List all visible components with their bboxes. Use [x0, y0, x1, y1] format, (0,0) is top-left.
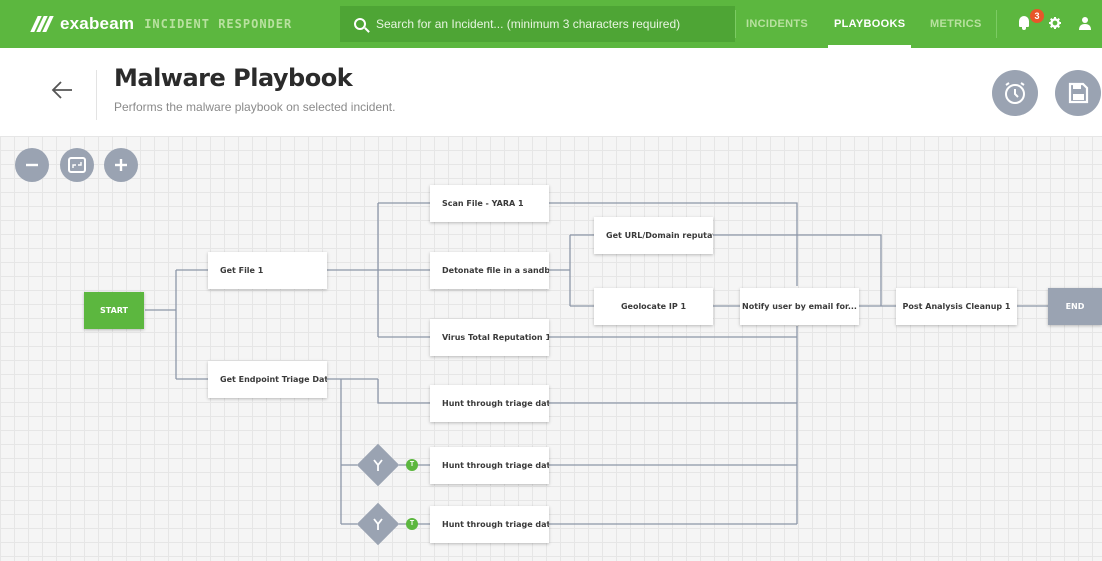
top-nav-bar: exabeam INCIDENT RESPONDER Search for an… — [0, 0, 1102, 48]
playbook-canvas[interactable]: START Get File 1 Get Endpoint Triage Dat… — [0, 136, 1102, 561]
node-get-endpoint-triage[interactable]: Get Endpoint Triage Dat... — [208, 361, 327, 398]
nav-playbooks[interactable]: PLAYBOOKS — [828, 0, 912, 48]
back-arrow-icon[interactable] — [50, 78, 74, 102]
node-geolocate-ip[interactable]: Geolocate IP 1 — [594, 288, 713, 325]
save-floppy-icon — [1068, 82, 1089, 104]
nav-divider — [996, 10, 997, 38]
nav-incidents[interactable]: INCIDENTS — [746, 0, 808, 48]
schedule-button[interactable] — [992, 70, 1038, 116]
node-virus-total[interactable]: Virus Total Reputation 1 — [430, 319, 549, 356]
node-detonate-sandbox[interactable]: Detonate file in a sandb... — [430, 252, 549, 289]
start-node[interactable]: START — [84, 292, 144, 329]
search-placeholder: Search for an Incident... (minimum 3 cha… — [376, 17, 681, 31]
node-hunt-triage-2[interactable]: Hunt through triage data ... — [430, 447, 549, 484]
search-icon — [354, 18, 366, 30]
gate-true-indicator: T — [406, 459, 418, 471]
node-hunt-triage-3[interactable]: Hunt through triage data... — [430, 506, 549, 543]
node-notify-user-email[interactable]: Notify user by email for... — [740, 288, 859, 325]
nav-divider — [735, 10, 736, 38]
node-post-analysis-cleanup[interactable]: Post Analysis Cleanup 1 — [896, 288, 1017, 325]
user-profile-icon[interactable] — [1079, 16, 1091, 30]
exabeam-logo[interactable]: exabeam INCIDENT RESPONDER — [30, 12, 293, 36]
brand-name: exabeam — [60, 14, 135, 33]
end-node[interactable]: END — [1048, 288, 1102, 325]
page-title: Malware Playbook — [114, 64, 353, 92]
incident-search-input[interactable]: Search for an Incident... (minimum 3 cha… — [340, 6, 735, 42]
settings-gear-icon[interactable] — [1049, 17, 1061, 29]
save-button[interactable] — [1055, 70, 1101, 116]
page-header: Malware Playbook Performs the malware pl… — [0, 48, 1102, 136]
alarm-clock-icon — [1005, 82, 1025, 104]
notifications-bell-icon[interactable] — [1018, 16, 1030, 30]
exabeam-logo-icon — [30, 16, 54, 32]
gate-true-indicator: T — [406, 518, 418, 530]
branch-icon — [373, 459, 383, 471]
node-scan-file-yara[interactable]: Scan File - YARA 1 — [430, 185, 549, 222]
decision-gate-1[interactable] — [356, 443, 400, 487]
node-get-file[interactable]: Get File 1 — [208, 252, 327, 289]
branch-icon — [373, 518, 383, 530]
product-name: INCIDENT RESPONDER — [144, 17, 293, 31]
notification-count-badge: 3 — [1030, 9, 1044, 23]
header-divider — [96, 70, 97, 120]
page-subtitle: Performs the malware playbook on selecte… — [114, 100, 396, 114]
node-hunt-triage-1[interactable]: Hunt through triage data... — [430, 385, 549, 422]
nav-metrics[interactable]: METRICS — [930, 0, 982, 48]
decision-gate-2[interactable] — [356, 502, 400, 546]
flow-connectors — [145, 202, 1048, 525]
node-get-url-reputation[interactable]: Get URL/Domain reputat... — [594, 217, 713, 254]
